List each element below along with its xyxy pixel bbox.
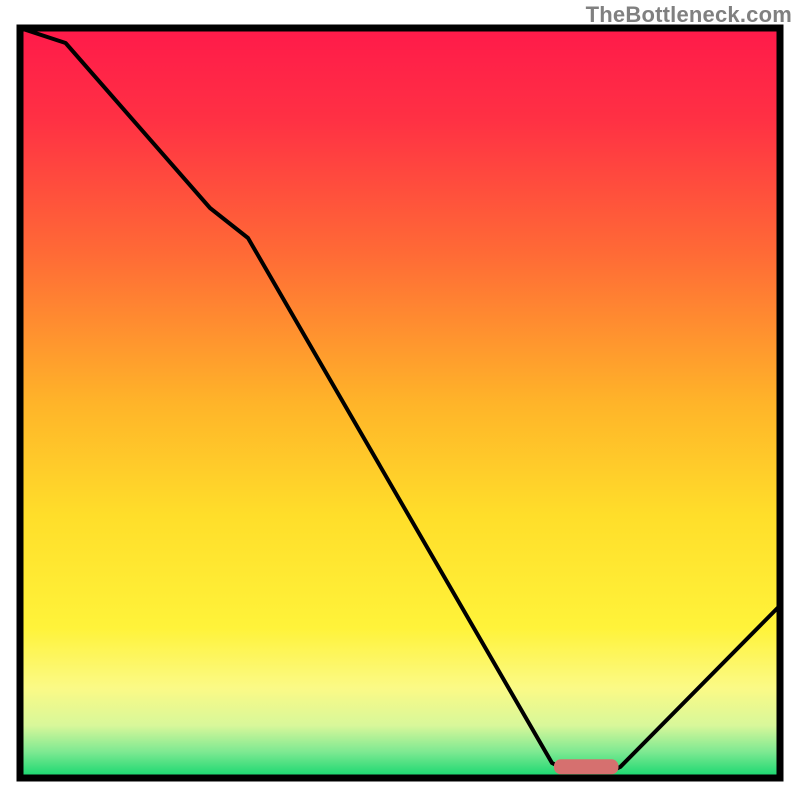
plot-background bbox=[20, 28, 780, 778]
bottleneck-chart bbox=[0, 0, 800, 800]
optimum-marker bbox=[554, 759, 619, 774]
chart-container: TheBottleneck.com bbox=[0, 0, 800, 800]
watermark-label: TheBottleneck.com bbox=[586, 2, 792, 28]
